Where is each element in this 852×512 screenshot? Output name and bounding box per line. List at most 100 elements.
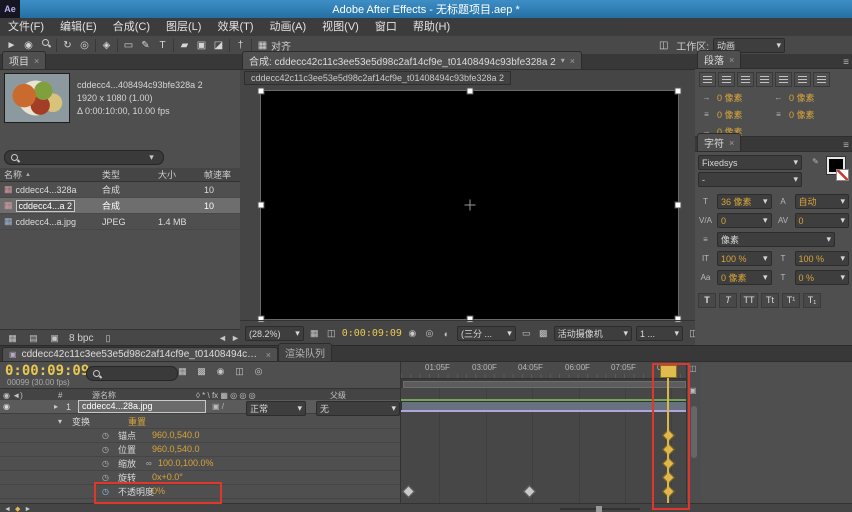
selection-handle[interactable] — [258, 88, 265, 95]
menu-layer[interactable]: 图层(L) — [158, 18, 209, 36]
column-fps[interactable]: 帧速率 — [200, 168, 236, 181]
opacity-row[interactable]: ◷ 不透明度 0% — [0, 484, 400, 499]
show-snapshot-button[interactable]: ◎ — [423, 328, 436, 339]
snapshot-button[interactable]: ◉ — [406, 328, 419, 339]
comp-current-time[interactable]: 0:00:09:09 — [342, 328, 402, 339]
rotate-tool-button[interactable]: ↻ — [59, 38, 76, 53]
time-ruler[interactable]: 01:05F 03:00F 04:05F 06:00F 07:05F 09:0 — [401, 362, 687, 379]
tab-timeline-comp[interactable]: ▣ cddecc42c11c3ee53e5d98c2af14cf9e_t0140… — [2, 347, 278, 361]
timeline-zoom-slider[interactable] — [560, 508, 640, 510]
close-icon[interactable]: × — [570, 56, 575, 66]
panel-menu-icon[interactable]: ≡ — [843, 140, 849, 151]
indent-left-field[interactable]: →0 像素 — [699, 91, 765, 104]
work-area-range[interactable] — [403, 381, 686, 388]
pen-tool-button[interactable]: ✎ — [137, 38, 154, 53]
scale-value[interactable]: 100.0,100.0% — [158, 458, 214, 468]
view-layout-dropdown[interactable]: 1 ...▾ — [636, 326, 683, 341]
project-row-footage[interactable]: ▦cddecc4...a.jpg JPEG 1.4 MB — [0, 214, 240, 230]
frame-blend-button[interactable]: ◫ — [233, 366, 246, 377]
kerning-dropdown[interactable]: 0▾ — [717, 213, 772, 228]
opacity-keyframe[interactable] — [402, 485, 415, 498]
next-keyframe-button[interactable]: ► — [24, 506, 31, 512]
stroke-options-dropdown[interactable]: 像素▾ — [717, 232, 835, 247]
clone-stamp-tool-button[interactable]: ▣ — [193, 38, 210, 53]
transform-group-row[interactable]: ▾ 变换 重置 — [0, 414, 400, 429]
selection-handle[interactable] — [675, 88, 682, 95]
project-row-comp2[interactable]: ▦cddecc4...a 2 合成 10 — [0, 198, 240, 214]
show-channel-button[interactable]: ◐ — [440, 329, 453, 339]
new-folder-button[interactable]: ▤ — [27, 333, 40, 344]
motion-blur-button[interactable]: ◎ — [252, 366, 265, 377]
horizontal-scale-dropdown[interactable]: 100 %▾ — [795, 251, 850, 266]
align-left-button[interactable] — [699, 72, 716, 87]
tab-project[interactable]: 项目× — [2, 51, 46, 69]
menu-window[interactable]: 窗口 — [367, 18, 405, 36]
leading-dropdown[interactable]: 自动▾ — [795, 194, 850, 209]
selection-handle[interactable] — [466, 88, 473, 95]
project-search-input[interactable] — [23, 152, 87, 164]
twirl-open-icon[interactable]: ▾ — [58, 417, 62, 426]
menu-view[interactable]: 视图(V) — [314, 18, 367, 36]
source-name-column-header[interactable]: 源名称 — [92, 390, 116, 401]
baseline-shift-dropdown[interactable]: 0 像素▾ — [717, 270, 772, 285]
anchor-point-row[interactable]: ◷ 锚点 960.0,540.0 — [0, 428, 400, 443]
stopwatch-icon-active[interactable]: ◷ — [102, 487, 109, 496]
draft-3d-button[interactable]: ▩ — [195, 366, 208, 377]
stroke-none-swatch[interactable] — [836, 169, 849, 181]
zoom-slider-thumb[interactable] — [596, 506, 602, 512]
close-icon[interactable]: × — [729, 55, 734, 65]
anchor-point-value[interactable]: 960.0,540.0 — [152, 430, 200, 440]
opacity-keyframe[interactable] — [523, 485, 536, 498]
current-time-indicator-line[interactable] — [667, 374, 669, 503]
menu-composition[interactable]: 合成(C) — [105, 18, 158, 36]
new-composition-button[interactable]: ▣ — [48, 333, 61, 344]
font-style-dropdown[interactable]: -▾ — [698, 172, 802, 187]
column-size[interactable]: 大小 — [154, 168, 200, 181]
hide-shy-layers-button[interactable]: ◉ — [214, 366, 227, 377]
stopwatch-icon[interactable]: ◷ — [102, 431, 109, 440]
selection-handle[interactable] — [675, 202, 682, 209]
position-value[interactable]: 960.0,540.0 — [152, 444, 200, 454]
region-of-interest-button[interactable]: ▭ — [520, 328, 533, 339]
tracking-dropdown[interactable]: 0▾ — [795, 213, 850, 228]
column-name[interactable]: 名称▲ — [0, 168, 98, 181]
space-after-field[interactable]: ≡0 像素 — [771, 108, 815, 121]
all-caps-button[interactable]: TT — [740, 293, 758, 308]
eraser-tool-button[interactable]: ◪ — [210, 38, 227, 53]
panel-menu-icon[interactable]: ≡ — [843, 57, 849, 68]
viewer-tab[interactable]: cddecc42c11c3ee53e5d98c2af14cf9e_t014084… — [244, 71, 511, 85]
column-type[interactable]: 类型 — [98, 168, 154, 181]
indent-right-field[interactable]: ←0 像素 — [771, 91, 815, 104]
space-before-field[interactable]: ≡0 像素 — [699, 108, 765, 121]
menu-animation[interactable]: 动画(A) — [262, 18, 315, 36]
camera-tool-button[interactable]: ◎ — [76, 38, 93, 53]
scroll-left-icon[interactable]: ◄ — [216, 333, 229, 343]
align-center-button[interactable] — [718, 72, 735, 87]
justify-last-center-button[interactable] — [775, 72, 792, 87]
eye-icon[interactable]: ◉ — [3, 402, 10, 411]
shape-tool-button[interactable]: ▭ — [120, 38, 137, 53]
close-icon[interactable]: × — [729, 138, 734, 148]
close-icon[interactable]: × — [266, 350, 271, 360]
tab-composition[interactable]: 合成: cddecc42c11c3ee53e5d98c2af14cf9e_t01… — [242, 51, 582, 69]
rotation-row[interactable]: ◷ 旋转 0x+0.0° — [0, 470, 400, 485]
close-icon[interactable]: × — [34, 56, 39, 66]
font-family-dropdown[interactable]: Fixedsys▾ — [698, 155, 802, 170]
tab-character[interactable]: 字符× — [697, 133, 741, 151]
twirl-icon[interactable]: ▸ — [54, 402, 58, 411]
project-search-box[interactable]: ▾ — [4, 150, 164, 165]
opacity-value[interactable]: 0% — [152, 486, 165, 496]
menu-effect[interactable]: 效果(T) — [209, 18, 261, 36]
superscript-button[interactable]: T¹ — [782, 293, 800, 308]
work-area-bar[interactable] — [401, 379, 687, 388]
magnification-dropdown[interactable]: (28.2%)▾ — [245, 326, 304, 341]
grid-guides-button[interactable]: ▦ — [308, 328, 321, 339]
small-caps-button[interactable]: Tt — [761, 293, 779, 308]
menu-help[interactable]: 帮助(H) — [405, 18, 458, 36]
rotation-value[interactable]: 0x+0.0° — [152, 472, 183, 482]
add-keyframe-button[interactable]: ◆ — [15, 505, 20, 512]
stopwatch-icon[interactable]: ◷ — [102, 459, 109, 468]
tab-paragraph[interactable]: 段落× — [697, 50, 741, 68]
selection-handle[interactable] — [258, 202, 265, 209]
vertical-scrollbar[interactable] — [691, 406, 697, 458]
